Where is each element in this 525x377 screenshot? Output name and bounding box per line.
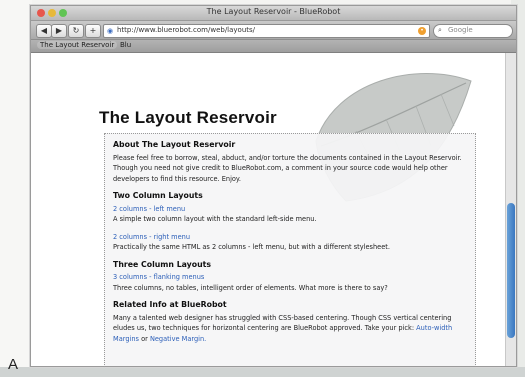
web-page: The Layout Reservoir About The Layout Re…	[31, 53, 516, 366]
related-heading: Related Info at BlueRobot	[113, 300, 227, 309]
bookmarks-bar: The Layout Reservoir Blu	[31, 40, 516, 53]
add-bookmark-button[interactable]: +	[85, 24, 101, 38]
address-bar[interactable]: ◉ http://www.bluerobot.com/web/layouts/ …	[103, 24, 430, 38]
browser-toolbar: ◀ ▶ ↻ + ◉ http://www.bluerobot.com/web/l…	[31, 21, 516, 40]
bookmark-layout-reservoir[interactable]: The Layout Reservoir	[37, 41, 118, 49]
three-column-section: Three Column Layouts 3 columns - flankin…	[113, 260, 467, 294]
two-col-right-desc: Practically the same HTML as 2 columns -…	[113, 243, 390, 251]
page-title: The Layout Reservoir	[99, 108, 277, 127]
browser-window: The Layout Reservoir - BlueRobot ◀ ▶ ↻ +…	[30, 5, 517, 367]
address-url: http://www.bluerobot.com/web/layouts/	[117, 26, 256, 34]
page-scrollbar[interactable]	[505, 53, 516, 366]
about-section: About The Layout Reservoir Please feel f…	[113, 140, 467, 184]
related-or: or	[141, 334, 148, 343]
back-button[interactable]: ◀	[36, 24, 52, 38]
link-negative-margin[interactable]: Negative Margin.	[150, 335, 206, 343]
three-column-heading: Three Column Layouts	[113, 259, 212, 269]
reload-icon: ↻	[72, 26, 80, 35]
site-favicon-icon: ◉	[107, 27, 114, 35]
link-2-columns-left-menu[interactable]: 2 columns - left menu	[113, 205, 185, 213]
scrollbar-thumb[interactable]	[507, 203, 515, 338]
bookmark-blu[interactable]: Blu	[117, 41, 134, 49]
two-col-left-desc: A simple two column layout with the stan…	[113, 215, 317, 223]
about-text: Please feel free to borrow, steal, abduc…	[113, 153, 462, 183]
search-placeholder: Google	[448, 26, 473, 34]
forward-arrow-icon: ▶	[55, 26, 63, 35]
photo-left-margin	[0, 0, 32, 377]
three-col-desc: Three columns, no tables, intelligent or…	[113, 283, 388, 292]
title-bar: The Layout Reservoir - BlueRobot	[31, 6, 516, 21]
about-heading: About The Layout Reservoir	[113, 140, 236, 149]
search-field[interactable]: ⌕ Google	[433, 24, 513, 38]
window-title: The Layout Reservoir - BlueRobot	[206, 7, 341, 16]
forward-button[interactable]: ▶	[51, 24, 67, 38]
link-3-columns-flanking-menus[interactable]: 3 columns - flanking menus	[113, 273, 204, 281]
search-icon: ⌕	[438, 26, 442, 34]
back-arrow-icon: ◀	[40, 26, 48, 35]
plus-icon: +	[89, 26, 97, 35]
related-body: Many a talented web designer has struggl…	[113, 313, 452, 333]
related-text: Many a talented web designer has struggl…	[113, 313, 467, 345]
two-column-heading: Two Column Layouts	[113, 191, 203, 200]
content-box: About The Layout Reservoir Please feel f…	[104, 133, 476, 366]
photo-bottom-strip	[0, 367, 525, 377]
two-column-section: Two Column Layouts 2 columns - left menu…	[113, 191, 467, 253]
link-2-columns-right-menu[interactable]: 2 columns - right menu	[113, 233, 190, 241]
figure-label: A	[8, 356, 19, 373]
reload-button[interactable]: ↻	[68, 24, 84, 38]
rss-icon[interactable]: •	[418, 27, 426, 35]
related-section: Related Info at BlueRobot Many a talente…	[113, 300, 467, 344]
